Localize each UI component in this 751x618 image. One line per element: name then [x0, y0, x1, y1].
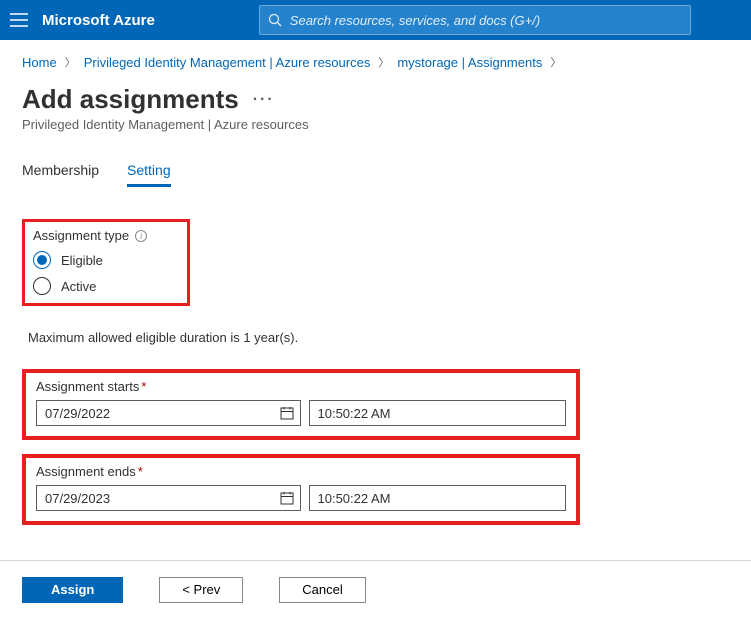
assignment-type-highlight: Assignment type i Eligible Active: [22, 219, 190, 306]
assignment-ends-label: Assignment ends*: [36, 464, 566, 479]
ends-date-input[interactable]: 07/29/2023: [36, 485, 301, 511]
page-title-text: Add assignments: [22, 84, 239, 115]
ends-date-value: 07/29/2023: [45, 491, 110, 506]
radio-icon: [33, 277, 51, 295]
tab-setting[interactable]: Setting: [127, 162, 171, 187]
search-box[interactable]: [259, 5, 691, 35]
page-subtitle: Privileged Identity Management | Azure r…: [22, 117, 729, 132]
assignment-ends-highlight: Assignment ends* 07/29/2023 10:50:22 AM: [22, 454, 580, 525]
ends-time-input[interactable]: 10:50:22 AM: [309, 485, 567, 511]
starts-date-value: 07/29/2022: [45, 406, 110, 421]
info-icon[interactable]: i: [135, 230, 147, 242]
hamburger-icon[interactable]: [10, 13, 28, 27]
search-input[interactable]: [290, 13, 682, 28]
starts-time-value: 10:50:22 AM: [318, 406, 391, 421]
page-content: Home 〉 Privileged Identity Management | …: [0, 40, 751, 560]
starts-time-input[interactable]: 10:50:22 AM: [309, 400, 567, 426]
assignment-starts-label: Assignment starts*: [36, 379, 566, 394]
radio-label: Active: [61, 279, 96, 294]
assign-button[interactable]: Assign: [22, 577, 123, 603]
chevron-right-icon: 〉: [550, 54, 561, 70]
footer-bar: Assign < Prev Cancel: [0, 560, 751, 618]
breadcrumb-item[interactable]: Home: [22, 55, 57, 70]
prev-button[interactable]: < Prev: [159, 577, 243, 603]
assignment-type-label: Assignment type i: [33, 228, 179, 243]
radio-eligible[interactable]: Eligible: [33, 251, 179, 269]
assignment-starts-highlight: Assignment starts* 07/29/2022 10:50:22 A…: [22, 369, 580, 440]
cancel-button[interactable]: Cancel: [279, 577, 365, 603]
tab-membership[interactable]: Membership: [22, 162, 99, 187]
page-title: Add assignments ···: [22, 84, 729, 115]
radio-icon: [33, 251, 51, 269]
top-bar: Microsoft Azure: [0, 0, 751, 40]
breadcrumb-item[interactable]: Privileged Identity Management | Azure r…: [84, 55, 371, 70]
assignment-type-label-text: Assignment type: [33, 228, 129, 243]
starts-date-input[interactable]: 07/29/2022: [36, 400, 301, 426]
brand-label: Microsoft Azure: [42, 12, 155, 29]
more-actions-icon[interactable]: ···: [253, 91, 275, 109]
ends-time-value: 10:50:22 AM: [318, 491, 391, 506]
chevron-right-icon: 〉: [65, 54, 76, 70]
search-icon: [268, 13, 282, 27]
chevron-right-icon: 〉: [378, 54, 389, 70]
breadcrumb: Home 〉 Privileged Identity Management | …: [22, 54, 729, 70]
breadcrumb-item[interactable]: mystorage | Assignments: [397, 55, 542, 70]
calendar-icon[interactable]: [280, 491, 294, 505]
calendar-icon[interactable]: [280, 406, 294, 420]
radio-active[interactable]: Active: [33, 277, 179, 295]
duration-note: Maximum allowed eligible duration is 1 y…: [28, 330, 729, 345]
radio-label: Eligible: [61, 253, 103, 268]
tabs: Membership Setting: [22, 162, 729, 187]
